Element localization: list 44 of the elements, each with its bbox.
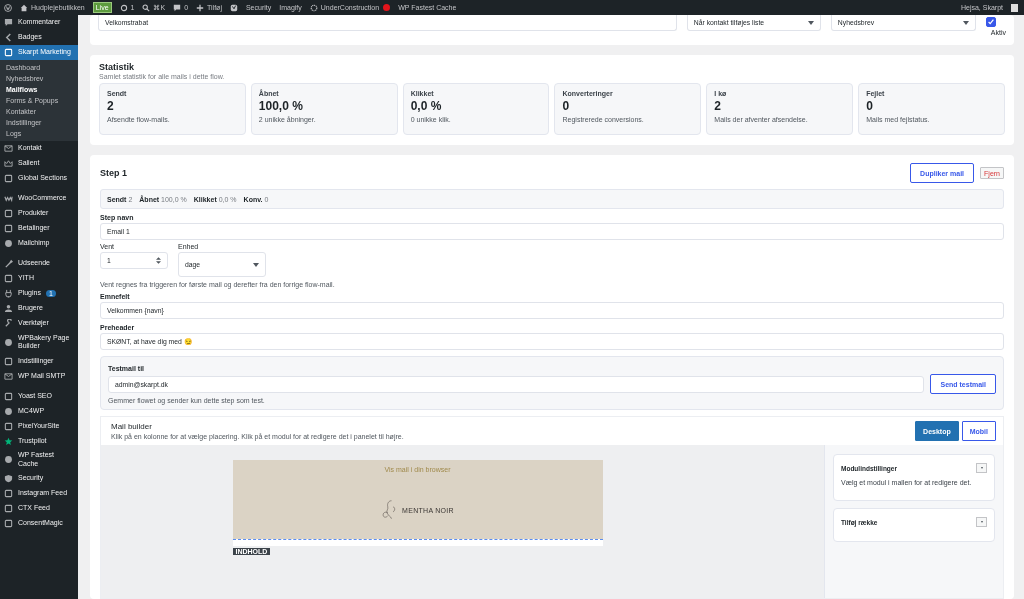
stat-value: 0,0 % [410, 99, 443, 113]
avatar[interactable] [1011, 3, 1018, 12]
square-icon [4, 519, 13, 528]
stat-value: 0 [866, 99, 874, 113]
stat-value: 2 [714, 99, 722, 113]
step-title: Step 1 [100, 168, 127, 178]
square-icon [4, 504, 13, 513]
star-icon [4, 436, 13, 446]
person-icon [4, 304, 13, 313]
shield-icon [4, 474, 13, 483]
caret-icon [253, 262, 259, 267]
circle-icon [4, 455, 13, 465]
square-icon [4, 209, 13, 218]
crown-icon [4, 159, 13, 168]
square-icon [4, 224, 13, 233]
plus-icon [196, 3, 205, 12]
chevron-icon [4, 33, 13, 42]
builder-title: Mail builder [111, 422, 153, 431]
search-icon [142, 3, 151, 12]
stat-value: 0 [562, 99, 571, 113]
circle-icon [4, 406, 13, 416]
bubble-icon [4, 18, 13, 27]
home-icon [20, 3, 28, 12]
square-icon [4, 356, 13, 366]
comment-icon [173, 3, 182, 12]
plug-icon [4, 289, 13, 298]
envelope-icon [4, 371, 13, 381]
square-icon [4, 48, 13, 57]
circle-icon [4, 239, 13, 248]
section-title: Statistik [99, 62, 135, 72]
caret-icon [962, 20, 969, 25]
stat-value: 100,0 % [258, 99, 304, 113]
active-checkbox[interactable] [985, 17, 996, 27]
circle-icon [4, 337, 13, 347]
square-icon [4, 274, 13, 283]
square-icon [4, 489, 13, 498]
stat-value: 2 [107, 99, 115, 113]
square-icon [4, 174, 13, 183]
caret-icon [807, 20, 814, 25]
envelope-icon [4, 144, 13, 153]
spinner-icon [156, 257, 161, 264]
wordpress-logo-icon[interactable] [4, 3, 12, 12]
square-icon [4, 421, 13, 431]
square-icon [4, 391, 13, 401]
